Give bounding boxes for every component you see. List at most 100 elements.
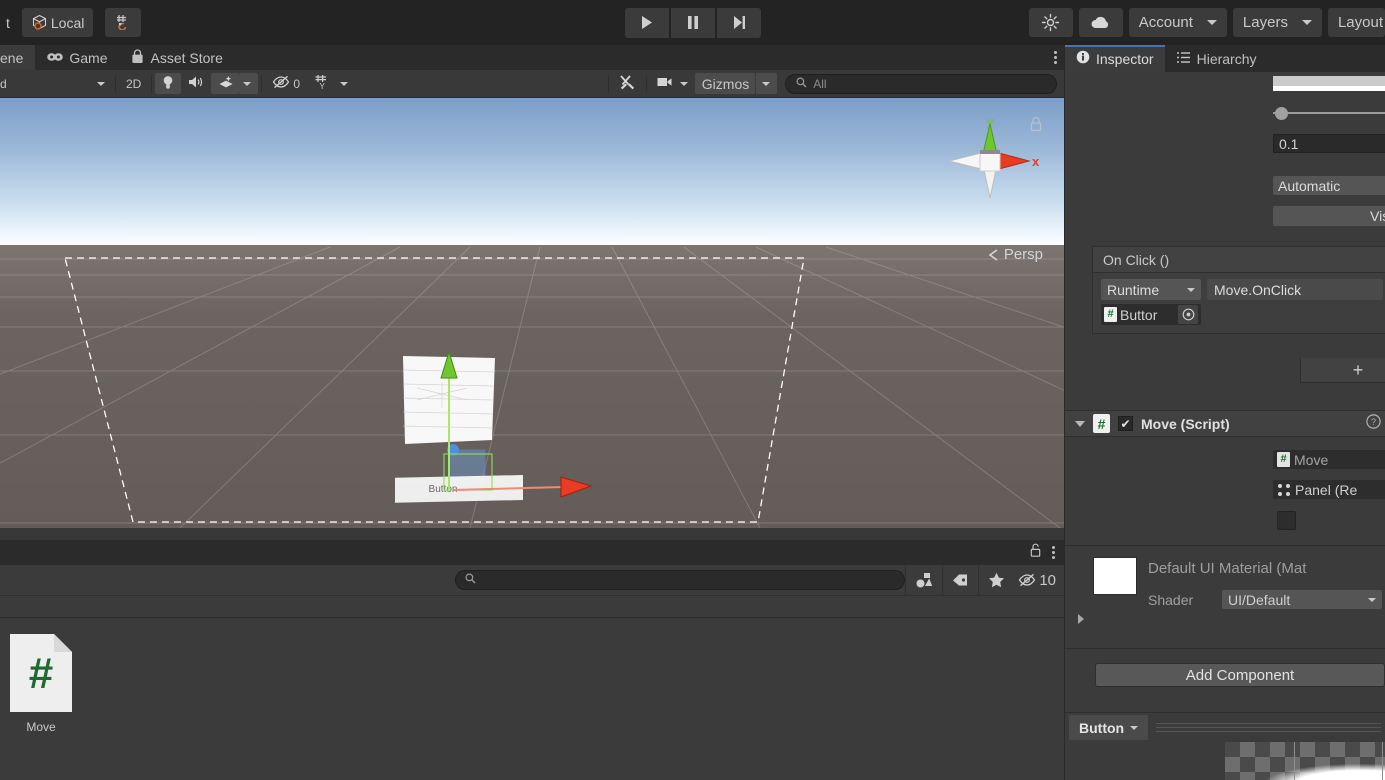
rt-object-field[interactable]: Panel (Re	[1273, 480, 1385, 499]
chevron-left-icon	[988, 248, 998, 261]
gizmos-toggle-button[interactable]: Gizmos	[694, 73, 756, 94]
material-swatch[interactable]	[1093, 557, 1137, 595]
object-filter-icon	[916, 573, 933, 588]
move-script-title: Move (Script)	[1141, 415, 1230, 432]
scene-toolbar: d 2D 0 Y Gizmos All	[0, 70, 1065, 98]
project-tabbar	[0, 540, 1065, 565]
layers-dropdown[interactable]: Layers	[1232, 8, 1322, 37]
tab-hierarchy[interactable]: Hierarchy	[1165, 45, 1268, 72]
hidden-objects-icon	[272, 75, 290, 92]
grid-snap-button[interactable]	[105, 8, 142, 37]
gamepad-icon	[47, 50, 64, 66]
add-component-button[interactable]: Add Component	[1095, 663, 1385, 687]
visualize-button[interactable]: Visuali	[1273, 206, 1385, 226]
hidden-objects-icon	[1019, 573, 1036, 587]
object-picker-icon[interactable]	[1178, 305, 1198, 324]
preview-slice-line-left	[1294, 742, 1295, 780]
tab-asset-store[interactable]: Asset Store	[119, 45, 234, 70]
grid-y-icon: Y	[314, 74, 332, 93]
scene-search-input[interactable]: All	[785, 73, 1058, 94]
rt-field-value: Panel (Re	[1295, 481, 1358, 498]
on-click-method-label: Move.OnClick	[1214, 281, 1302, 298]
color-multiplier-slider-track[interactable]	[1273, 112, 1385, 114]
on-click-runtime-dropdown[interactable]: Runtime	[1101, 279, 1201, 300]
step-button[interactable]	[716, 7, 761, 38]
preview-viewport[interactable]	[1065, 742, 1385, 780]
tab-scene[interactable]: ene	[0, 45, 36, 70]
gizmos-dropdown[interactable]	[755, 73, 778, 94]
layers-label: Layers	[1242, 14, 1288, 31]
scene-camera-dropdown[interactable]	[677, 73, 695, 94]
panel-object[interactable]: Button	[395, 348, 610, 503]
csharp-script-icon: #	[1277, 452, 1290, 467]
handle-rotation-button[interactable]: Local	[21, 8, 94, 37]
account-dropdown[interactable]: Account	[1128, 8, 1227, 37]
project-assets-grid[interactable]: # Move	[0, 618, 1065, 780]
on-click-method-dropdown[interactable]: Move.OnClick	[1207, 279, 1383, 300]
handle-rotation-label: Local	[50, 14, 85, 31]
on-click-object-field[interactable]: # Buttor	[1101, 304, 1201, 325]
disabled-color-swatch[interactable]	[1273, 76, 1385, 91]
tab-hierarchy-label: Hierarchy	[1196, 50, 1257, 67]
row-is-in: Is In	[1065, 508, 1385, 532]
project-search-input[interactable]	[455, 570, 906, 590]
fade-duration-input[interactable]: 0.1	[1273, 134, 1385, 153]
tab-game[interactable]: Game	[35, 45, 119, 70]
hidden-objects-button[interactable]: 0	[265, 73, 307, 94]
help-icon[interactable]: ?	[1366, 413, 1381, 434]
preview-object-dropdown[interactable]: Button	[1069, 715, 1149, 740]
toggle-audio-button[interactable]	[181, 73, 211, 94]
tab-inspector[interactable]: Inspector	[1065, 45, 1165, 72]
object-filter-button[interactable]	[905, 564, 942, 596]
on-click-add-remove-controls[interactable]: - +	[1300, 358, 1385, 383]
pause-button[interactable]	[670, 7, 715, 38]
on-click-add-button[interactable]: +	[1353, 360, 1364, 381]
favorites-button[interactable]	[978, 564, 1014, 596]
pivot-mode-button[interactable]: t	[0, 8, 16, 37]
script-object-field[interactable]: # Move	[1273, 450, 1385, 469]
is-in-checkbox[interactable]	[1277, 511, 1296, 530]
tab-inspector-label: Inspector	[1096, 50, 1154, 67]
scene-orientation-gizmo[interactable]: y x	[935, 106, 1045, 216]
layout-dropdown[interactable]: Layout	[1327, 8, 1385, 37]
color-multiplier-slider-knob[interactable]	[1275, 107, 1288, 120]
draw-mode-dropdown[interactable]: d	[0, 73, 112, 94]
project-panel-menu-button[interactable]	[1052, 546, 1055, 559]
scene-viewport[interactable]: Button Persp y x	[0, 98, 1065, 528]
play-button[interactable]	[624, 7, 669, 38]
chevron-down-icon[interactable]	[1075, 420, 1085, 427]
grid-visibility-button[interactable]: Y	[307, 73, 336, 94]
asset-item-move[interactable]: # Move	[6, 632, 76, 734]
navigation-dropdown[interactable]: Automatic	[1273, 176, 1385, 195]
project-hidden-count-button[interactable]: 10	[1014, 565, 1065, 596]
lock-icon[interactable]	[1029, 543, 1042, 563]
move-script-enabled-checkbox[interactable]: ✔	[1118, 416, 1133, 431]
cloud-button[interactable]	[1078, 8, 1123, 37]
label-filter-button[interactable]	[942, 564, 978, 596]
chevron-right-icon[interactable]	[1078, 614, 1084, 624]
toggle-2d-button[interactable]: 2D	[119, 73, 148, 94]
store-icon	[131, 48, 144, 67]
shader-dropdown[interactable]: UI/Default	[1222, 590, 1382, 609]
chevron-down-icon	[679, 81, 688, 86]
account-label: Account	[1138, 14, 1193, 31]
csharp-script-icon: #	[1093, 414, 1110, 433]
project-panel: 10 # Move	[0, 540, 1065, 780]
move-script-component-header[interactable]: # ✔ Move (Script) ?	[1065, 410, 1385, 437]
scene-tools-button[interactable]	[612, 73, 643, 94]
toggle-effects-button[interactable]	[211, 73, 240, 94]
scene-search-placeholder: All	[813, 76, 827, 91]
effects-dropdown[interactable]	[239, 73, 259, 94]
toggle-lighting-button[interactable]	[155, 73, 182, 94]
scene-panel-menu-button[interactable]	[1054, 45, 1057, 70]
audio-icon	[188, 75, 204, 92]
toolbar-right-group: Account Layers Layout	[1028, 0, 1385, 45]
scene-camera-button[interactable]	[650, 73, 677, 94]
collab-button[interactable]	[1028, 8, 1073, 37]
gizmo-axis-x-label: x	[1032, 154, 1040, 169]
tools-icon	[619, 74, 636, 93]
hidden-objects-count: 0	[293, 76, 301, 91]
grid-dropdown[interactable]	[336, 73, 355, 94]
preview-grip[interactable]	[1156, 723, 1381, 732]
on-click-title: On Click ()	[1103, 251, 1170, 268]
